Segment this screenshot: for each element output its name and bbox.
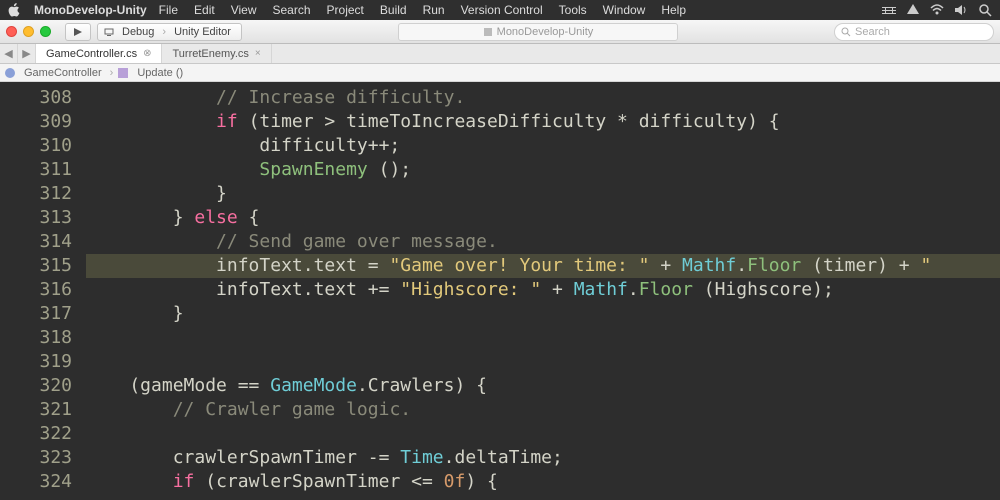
code-editor[interactable]: 3083093103113123133143153163173183193203… <box>0 82 1000 500</box>
drive-icon[interactable] <box>906 3 920 17</box>
unity-icon <box>483 27 493 37</box>
wifi-icon[interactable] <box>930 3 944 17</box>
menu-search[interactable]: Search <box>265 3 319 17</box>
menu-window[interactable]: Window <box>595 3 654 17</box>
code-area[interactable]: // Increase difficulty. if (timer > time… <box>86 82 1000 500</box>
line-gutter: 3083093103113123133143153163173183193203… <box>0 82 86 500</box>
sync-icon[interactable] <box>882 3 896 17</box>
address-bar[interactable]: MonoDevelop-Unity <box>398 23 678 41</box>
minimize-button[interactable] <box>23 26 34 37</box>
nav-back[interactable]: ◀ <box>0 44 18 63</box>
system-menubar: MonoDevelop-Unity File Edit View Search … <box>0 0 1000 20</box>
run-button[interactable] <box>65 23 91 41</box>
window-controls <box>6 26 51 37</box>
config-selector[interactable]: Debug › Unity Editor <box>97 23 242 41</box>
toolbar: Debug › Unity Editor MonoDevelop-Unity S… <box>0 20 1000 44</box>
menu-tools[interactable]: Tools <box>551 3 595 17</box>
menu-project[interactable]: Project <box>319 3 372 17</box>
spotlight-icon[interactable] <box>978 3 992 17</box>
tab-close-icon[interactable]: ⊗ <box>143 48 151 59</box>
nav-forward[interactable]: ▶ <box>18 44 36 63</box>
menu-help[interactable]: Help <box>653 3 694 17</box>
search-icon <box>841 27 851 37</box>
menu-view[interactable]: View <box>223 3 265 17</box>
tab-turretenemy[interactable]: TurretEnemy.cs × <box>162 44 271 63</box>
close-button[interactable] <box>6 26 17 37</box>
search-input[interactable]: Search <box>834 23 994 41</box>
menu-vcs[interactable]: Version Control <box>453 3 551 17</box>
crumb-method[interactable]: Update () <box>133 67 187 79</box>
menu-file[interactable]: File <box>151 3 186 17</box>
menu-edit[interactable]: Edit <box>186 3 223 17</box>
tab-gamecontroller[interactable]: GameController.cs ⊗ <box>36 44 162 63</box>
breadcrumb: GameController › Update () <box>0 64 1000 82</box>
method-icon <box>117 67 129 79</box>
tab-close-icon[interactable]: × <box>255 48 261 59</box>
volume-icon[interactable] <box>954 3 968 17</box>
tab-bar: ◀ ▶ GameController.cs ⊗ TurretEnemy.cs × <box>0 44 1000 64</box>
device-icon <box>104 27 114 37</box>
crumb-class[interactable]: GameController <box>20 67 106 79</box>
apple-icon[interactable] <box>8 3 20 17</box>
app-title[interactable]: MonoDevelop-Unity <box>26 3 151 17</box>
zoom-button[interactable] <box>40 26 51 37</box>
menu-run[interactable]: Run <box>415 3 453 17</box>
menu-build[interactable]: Build <box>372 3 415 17</box>
class-icon <box>4 67 16 79</box>
